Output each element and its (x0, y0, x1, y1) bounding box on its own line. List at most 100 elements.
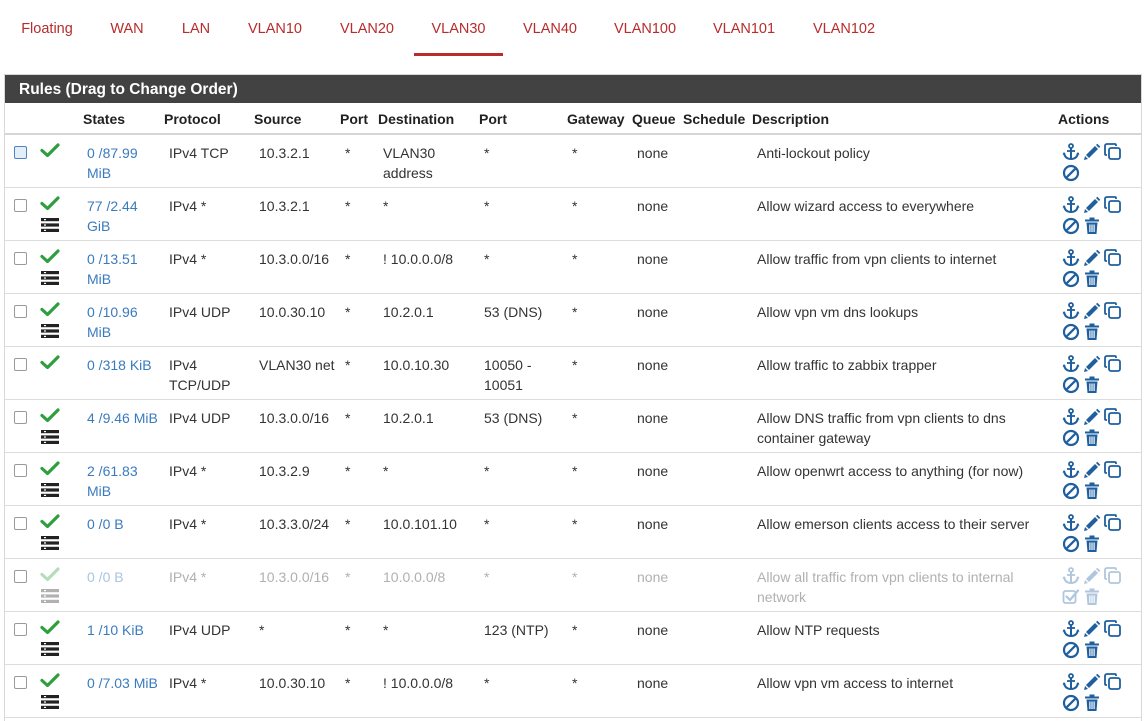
edit-pencil-icon[interactable] (1083, 355, 1101, 373)
copy-icon[interactable] (1104, 302, 1122, 320)
tab-vlan30[interactable]: VLAN30 (414, 0, 503, 56)
anchor-icon[interactable] (1062, 514, 1080, 532)
row-select-checkbox[interactable] (14, 464, 27, 477)
anchor-icon[interactable] (1062, 567, 1080, 585)
tab-vlan20[interactable]: VLAN20 (329, 0, 405, 56)
table-row-4[interactable]: 0 /10.96 MiB IPv4 UDP 10.0.30.10 * 10.2.… (5, 294, 1141, 347)
copy-icon[interactable] (1104, 408, 1122, 426)
tab-lan[interactable]: LAN (172, 0, 220, 56)
copy-icon[interactable] (1104, 567, 1122, 585)
trash-icon[interactable] (1083, 588, 1101, 606)
block-icon[interactable] (1062, 376, 1080, 394)
table-row-9[interactable]: 0 /0 B IPv4 * 10.3.0.0/16 * 10.0.0.0/8 *… (5, 559, 1141, 612)
block-icon[interactable] (1062, 535, 1080, 553)
anchor-icon[interactable] (1062, 355, 1080, 373)
row-select-checkbox[interactable] (14, 252, 27, 265)
tab-vlan100[interactable]: VLAN100 (603, 0, 687, 56)
row-select-checkbox[interactable] (14, 623, 27, 636)
copy-icon[interactable] (1104, 620, 1122, 638)
table-row-2[interactable]: 77 /2.44 GiB IPv4 * 10.3.2.1 * * * * non… (5, 188, 1141, 241)
block-icon[interactable] (1062, 164, 1080, 182)
anchor-icon[interactable] (1062, 196, 1080, 214)
table-row-3[interactable]: 0 /13.51 MiB IPv4 * 10.3.0.0/16 * ! 10.0… (5, 241, 1141, 294)
edit-pencil-icon[interactable] (1083, 620, 1101, 638)
anchor-icon[interactable] (1062, 461, 1080, 479)
table-row-7[interactable]: 2 /61.83 MiB IPv4 * 10.3.2.9 * * * * non… (5, 453, 1141, 506)
trash-icon[interactable] (1083, 429, 1101, 447)
row-select-checkbox[interactable] (14, 146, 27, 159)
edit-pencil-icon[interactable] (1083, 302, 1101, 320)
states-link[interactable]: 77 /2.44 GiB (87, 196, 161, 236)
tab-wan[interactable]: WAN (100, 0, 154, 56)
block-icon[interactable] (1062, 323, 1080, 341)
states-link[interactable]: 0 /0 B (87, 514, 161, 534)
edit-pencil-icon[interactable] (1083, 567, 1101, 585)
copy-icon[interactable] (1104, 673, 1122, 691)
block-icon[interactable] (1062, 482, 1080, 500)
table-row-8[interactable]: 0 /0 B IPv4 * 10.3.3.0/24 * 10.0.101.10 … (5, 506, 1141, 559)
states-link[interactable]: 2 /61.83 MiB (87, 461, 161, 501)
trash-icon[interactable] (1083, 217, 1101, 235)
anchor-icon[interactable] (1062, 673, 1080, 691)
edit-pencil-icon[interactable] (1083, 673, 1101, 691)
trash-icon[interactable] (1083, 641, 1101, 659)
block-icon[interactable] (1062, 217, 1080, 235)
row-select-checkbox[interactable] (14, 358, 27, 371)
block-icon[interactable] (1062, 641, 1080, 659)
row-select-checkbox[interactable] (14, 199, 27, 212)
tab-floating[interactable]: Floating (10, 0, 84, 56)
trash-icon[interactable] (1083, 323, 1101, 341)
row-select-checkbox[interactable] (14, 517, 27, 530)
row-select-checkbox[interactable] (14, 676, 27, 689)
trash-icon[interactable] (1083, 694, 1101, 712)
copy-icon[interactable] (1104, 355, 1122, 373)
anchor-icon[interactable] (1062, 302, 1080, 320)
tab-vlan101[interactable]: VLAN101 (703, 0, 785, 56)
source-port-cell: * (345, 569, 351, 585)
trash-icon[interactable] (1083, 535, 1101, 553)
tab-vlan40[interactable]: VLAN40 (512, 0, 588, 56)
table-row-10[interactable]: 1 /10 KiB IPv4 UDP * * * 123 (NTP) * non… (5, 612, 1141, 665)
row-select-checkbox[interactable] (14, 570, 27, 583)
states-link[interactable]: 0 /13.51 MiB (87, 249, 161, 289)
tab-vlan10[interactable]: VLAN10 (237, 0, 313, 56)
col-protocol: Protocol (164, 111, 221, 127)
edit-pencil-icon[interactable] (1083, 461, 1101, 479)
copy-icon[interactable] (1104, 461, 1122, 479)
states-link[interactable]: 0 /0 B (87, 567, 161, 587)
trash-icon[interactable] (1083, 270, 1101, 288)
table-row-5[interactable]: 0 /318 KiB IPv4 TCP/UDP VLAN30 net * 10.… (5, 347, 1141, 400)
row-select-checkbox[interactable] (14, 411, 27, 424)
edit-pencil-icon[interactable] (1083, 408, 1101, 426)
states-link[interactable]: 0 /87.99 MiB (87, 143, 161, 183)
copy-icon[interactable] (1104, 143, 1122, 161)
anchor-icon[interactable] (1062, 408, 1080, 426)
copy-icon[interactable] (1104, 196, 1122, 214)
enable-icon[interactable] (1062, 588, 1080, 606)
source-port-cell: * (345, 410, 351, 426)
states-link[interactable]: 0 /318 KiB (87, 355, 161, 375)
table-row-11[interactable]: 0 /7.03 MiB IPv4 * 10.0.30.10 * ! 10.0.0… (5, 665, 1141, 718)
states-link[interactable]: 4 /9.46 MiB (87, 408, 161, 428)
edit-pencil-icon[interactable] (1083, 514, 1101, 532)
block-icon[interactable] (1062, 270, 1080, 288)
copy-icon[interactable] (1104, 249, 1122, 267)
anchor-icon[interactable] (1062, 620, 1080, 638)
trash-icon[interactable] (1083, 482, 1101, 500)
anchor-icon[interactable] (1062, 143, 1080, 161)
edit-pencil-icon[interactable] (1083, 249, 1101, 267)
states-link[interactable]: 0 /7.03 MiB (87, 673, 161, 693)
states-link[interactable]: 0 /10.96 MiB (87, 302, 161, 342)
edit-pencil-icon[interactable] (1083, 143, 1101, 161)
row-select-checkbox[interactable] (14, 305, 27, 318)
tab-vlan102[interactable]: VLAN102 (802, 0, 886, 56)
states-link[interactable]: 1 /10 KiB (87, 620, 161, 640)
anchor-icon[interactable] (1062, 249, 1080, 267)
edit-pencil-icon[interactable] (1083, 196, 1101, 214)
block-icon[interactable] (1062, 429, 1080, 447)
table-row-6[interactable]: 4 /9.46 MiB IPv4 UDP 10.3.0.0/16 * 10.2.… (5, 400, 1141, 453)
copy-icon[interactable] (1104, 514, 1122, 532)
block-icon[interactable] (1062, 694, 1080, 712)
trash-icon[interactable] (1083, 376, 1101, 394)
table-row-1[interactable]: 0 /87.99 MiB IPv4 TCP 10.3.2.1 * VLAN30 … (5, 135, 1141, 188)
